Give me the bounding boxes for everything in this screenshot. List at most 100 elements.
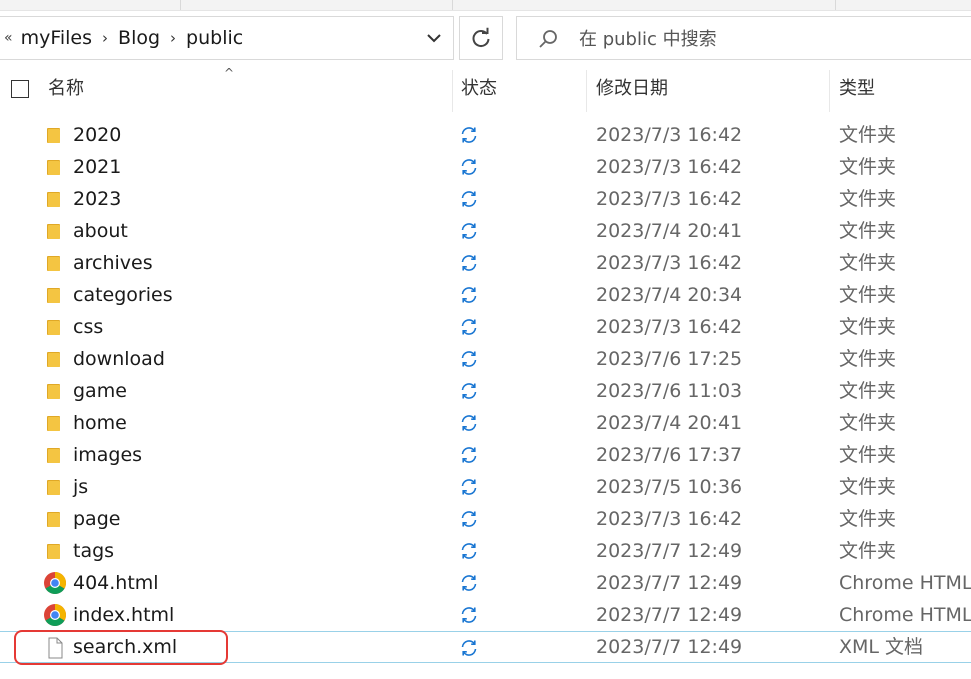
table-row[interactable]: index.html 2023/7/7 12:49 Chrome HTML D [0, 599, 971, 631]
select-all-checkbox[interactable] [11, 80, 29, 98]
file-date: 2023/7/3 16:42 [596, 316, 743, 338]
column-divider[interactable] [452, 70, 453, 112]
sync-icon [461, 191, 477, 207]
breadcrumb-item-blog[interactable]: Blog [118, 27, 160, 49]
breadcrumb: « myFiles › Blog › public [4, 17, 243, 59]
sync-icon [461, 159, 477, 175]
file-name: categories [73, 284, 173, 306]
file-type: 文件夹 [839, 380, 897, 402]
sync-icon [461, 607, 477, 623]
file-date: 2023/7/3 16:42 [596, 252, 743, 274]
file-date: 2023/7/6 17:25 [596, 348, 743, 370]
breadcrumb-item-myfiles[interactable]: myFiles [21, 27, 92, 49]
file-date: 2023/7/7 12:49 [596, 572, 743, 594]
file-type: 文件夹 [839, 316, 897, 338]
sync-icon [461, 223, 477, 239]
table-row[interactable]: archives 2023/7/3 16:42 文件夹 [0, 247, 971, 279]
search-icon [539, 30, 557, 48]
file-name: download [73, 348, 165, 370]
folder-icon [47, 448, 60, 463]
refresh-icon [472, 27, 490, 48]
toolbar-separator [835, 0, 836, 10]
table-row[interactable]: page 2023/7/3 16:42 文件夹 [0, 503, 971, 535]
file-date: 2023/7/4 20:41 [596, 412, 743, 434]
table-row[interactable]: categories 2023/7/4 20:34 文件夹 [0, 279, 971, 311]
file-type: 文件夹 [839, 348, 897, 370]
table-row[interactable]: 2021 2023/7/3 16:42 文件夹 [0, 151, 971, 183]
file-name: 404.html [73, 572, 159, 594]
chevron-right-icon[interactable]: › [170, 29, 176, 47]
column-header-status[interactable]: 状态 [461, 66, 497, 112]
address-bar[interactable]: « myFiles › Blog › public [0, 16, 454, 60]
table-row[interactable]: js 2023/7/5 10:36 文件夹 [0, 471, 971, 503]
folder-icon [47, 320, 60, 335]
folder-icon [47, 128, 60, 143]
folder-icon [47, 224, 60, 239]
file-name: index.html [73, 604, 175, 626]
table-row[interactable]: 2020 2023/7/3 16:42 文件夹 [0, 119, 971, 151]
table-row[interactable]: tags 2023/7/7 12:49 文件夹 [0, 535, 971, 567]
sync-icon [461, 640, 477, 656]
table-row[interactable]: images 2023/7/6 17:37 文件夹 [0, 439, 971, 471]
file-type: 文件夹 [839, 444, 897, 466]
file-type: 文件夹 [839, 156, 897, 178]
column-divider[interactable] [829, 70, 830, 112]
file-name: 2023 [73, 188, 122, 210]
search-box[interactable] [516, 16, 971, 60]
table-row[interactable]: home 2023/7/4 20:41 文件夹 [0, 407, 971, 439]
folder-icon [47, 480, 60, 495]
column-header-name[interactable]: 名称 [48, 66, 84, 112]
overflow-chevron-icon[interactable]: « [4, 30, 13, 46]
sync-icon [461, 575, 477, 591]
file-name: tags [73, 540, 115, 562]
sync-icon [461, 287, 477, 303]
file-name: page [73, 508, 121, 530]
sync-icon [461, 255, 477, 271]
sync-icon [461, 447, 477, 463]
file-date: 2023/7/7 12:49 [596, 604, 743, 626]
toolbar-separator [180, 0, 181, 10]
folder-icon [47, 544, 60, 559]
folder-icon [47, 288, 60, 303]
file-date: 2023/7/3 16:42 [596, 124, 743, 146]
file-date: 2023/7/4 20:34 [596, 284, 743, 306]
folder-icon [47, 384, 60, 399]
file-type: 文件夹 [839, 284, 897, 306]
file-type: 文件夹 [839, 188, 897, 210]
table-row[interactable]: about 2023/7/4 20:41 文件夹 [0, 215, 971, 247]
search-input[interactable] [577, 25, 961, 53]
refresh-button[interactable] [459, 16, 503, 60]
file-type: Chrome HTML D [839, 604, 971, 626]
file-type: 文件夹 [839, 508, 897, 530]
sync-icon [461, 319, 477, 335]
folder-icon [47, 416, 60, 431]
chevron-right-icon[interactable]: › [102, 29, 108, 47]
table-row[interactable]: game 2023/7/6 11:03 文件夹 [0, 375, 971, 407]
sort-ascending-icon: ^ [224, 66, 235, 80]
file-name: archives [73, 252, 153, 274]
column-divider[interactable] [586, 70, 587, 112]
file-name: 2020 [73, 124, 122, 146]
file-type: Chrome HTML D [839, 572, 971, 594]
table-row[interactable]: 404.html 2023/7/7 12:49 Chrome HTML D [0, 567, 971, 599]
file-date: 2023/7/7 12:49 [596, 540, 743, 562]
sync-icon [461, 479, 477, 495]
folder-icon [47, 192, 60, 207]
file-name: about [73, 220, 128, 242]
file-date: 2023/7/6 17:37 [596, 444, 743, 466]
file-date: 2023/7/3 16:42 [596, 508, 743, 530]
breadcrumb-item-public[interactable]: public [186, 27, 243, 49]
table-row[interactable]: css 2023/7/3 16:42 文件夹 [0, 311, 971, 343]
column-header-date[interactable]: 修改日期 [596, 66, 668, 112]
table-row[interactable]: 2023 2023/7/3 16:42 文件夹 [0, 183, 971, 215]
top-toolbar-strip [0, 0, 971, 11]
file-type: XML 文档 [839, 636, 924, 658]
folder-icon [47, 352, 60, 367]
column-header-row: ^ 名称 状态 修改日期 类型 [0, 66, 971, 112]
file-name: images [73, 444, 143, 466]
column-header-type[interactable]: 类型 [839, 66, 875, 112]
chevron-down-icon[interactable] [425, 29, 443, 47]
chrome-icon [44, 604, 66, 626]
table-row[interactable]: download 2023/7/6 17:25 文件夹 [0, 343, 971, 375]
file-date: 2023/7/5 10:36 [596, 476, 743, 498]
